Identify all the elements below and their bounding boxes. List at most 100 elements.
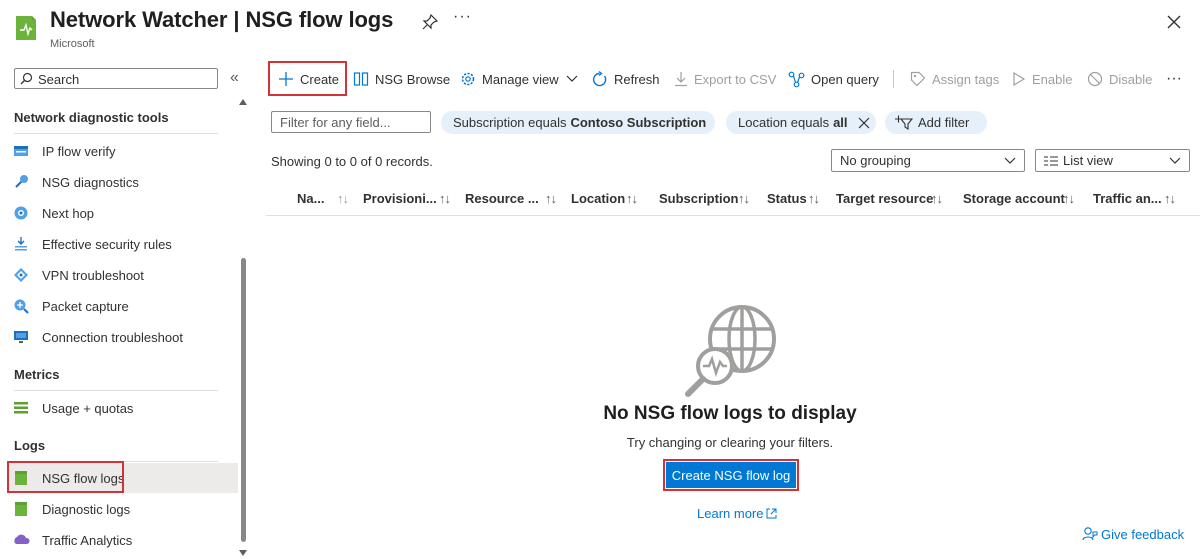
section-divider: [14, 133, 218, 134]
add-filter-label: Add filter: [918, 115, 970, 130]
chevron-down-icon: [1004, 157, 1016, 165]
column-header-provisioning[interactable]: Provisioni...: [363, 191, 437, 206]
highlight-box: [663, 459, 799, 491]
network-watcher-logo-icon: [14, 12, 38, 42]
scroll-down-arrow[interactable]: [239, 550, 247, 556]
sidebar-item-ip-flow-verify[interactable]: IP flow verify: [8, 136, 238, 166]
sidebar-item-nsg-diagnostics[interactable]: NSG diagnostics: [8, 167, 238, 197]
chevron-down-icon: [566, 75, 578, 83]
column-header-status[interactable]: Status: [767, 191, 807, 206]
download-icon: [674, 71, 688, 87]
manage-view-label: Manage view: [482, 71, 559, 87]
ip-flow-icon: [12, 142, 30, 160]
enable-label: Enable: [1032, 71, 1073, 87]
highlight-box: [7, 461, 124, 493]
open-query-button[interactable]: Open query: [788, 68, 879, 90]
open-query-label: Open query: [811, 71, 879, 87]
sidebar-item-vpn-troubleshoot[interactable]: VPN troubleshoot: [8, 260, 238, 290]
add-filter-button[interactable]: Add filter: [885, 111, 987, 134]
refresh-label: Refresh: [614, 71, 660, 87]
sidebar-item-label: Usage + quotas: [42, 400, 134, 416]
toolbar-more-button[interactable]: ···: [1166, 68, 1182, 90]
sidebar-item-diagnostic-logs[interactable]: Diagnostic logs: [8, 494, 238, 524]
column-header-resource[interactable]: Resource ...: [465, 191, 539, 206]
sidebar-scrollbar[interactable]: [241, 258, 246, 542]
filter-input[interactable]: Filter for any field...: [271, 111, 431, 133]
toolbar-separator: [893, 70, 894, 88]
chevron-down-icon: [1169, 157, 1181, 165]
highlight-box: [268, 61, 347, 96]
column-header-target-resource[interactable]: Target resource: [836, 191, 933, 206]
give-feedback-link[interactable]: Give feedback: [1082, 526, 1184, 542]
sidebar-item-connection-troubleshoot[interactable]: Connection troubleshoot: [8, 322, 238, 352]
globe-magnifier-icon: [680, 303, 780, 398]
enable-button[interactable]: Enable: [1012, 68, 1072, 90]
view-mode-dropdown[interactable]: List view: [1035, 149, 1190, 172]
sidebar-item-packet-capture[interactable]: Packet capture: [8, 291, 238, 321]
sort-icon[interactable]: ↑↓: [1164, 191, 1176, 206]
column-header-location[interactable]: Location: [571, 191, 625, 206]
column-header-traffic-analytics[interactable]: Traffic an...: [1093, 191, 1162, 206]
column-header-subscription[interactable]: Subscription: [659, 191, 738, 206]
sort-icon[interactable]: ↑↓: [439, 191, 451, 206]
subscription-filter-prefix: Subscription equals: [453, 115, 567, 130]
sidebar-item-label: Diagnostic logs: [42, 501, 131, 517]
refresh-icon: [591, 70, 608, 88]
disable-icon: [1087, 71, 1103, 87]
list-view-icon: [1044, 155, 1058, 166]
security-rules-icon: [12, 235, 30, 253]
refresh-button[interactable]: Refresh: [591, 68, 660, 90]
sort-icon[interactable]: ↑↓: [545, 191, 557, 206]
section-title-network-diagnostic-tools: Network diagnostic tools: [14, 110, 169, 125]
traffic-analytics-icon: [12, 531, 30, 549]
learn-more-link[interactable]: Learn more: [697, 506, 777, 521]
disable-button[interactable]: Disable: [1087, 68, 1152, 90]
sort-icon[interactable]: ↑↓: [738, 191, 750, 206]
vpn-icon: [12, 266, 30, 284]
sort-icon[interactable]: ↑↓: [931, 191, 943, 206]
search-placeholder: Search: [38, 72, 80, 87]
grid-header-divider: [266, 215, 1200, 216]
play-icon: [1012, 71, 1026, 87]
page-subtitle: Microsoft: [50, 38, 95, 50]
close-icon[interactable]: [1166, 14, 1182, 30]
sort-icon[interactable]: ↑↓: [626, 191, 638, 206]
section-divider: [14, 390, 218, 391]
page-title: Network Watcher | NSG flow logs: [50, 7, 394, 32]
sort-icon[interactable]: ↑↓: [1063, 191, 1075, 206]
sidebar-item-label: Connection troubleshoot: [42, 329, 183, 345]
sidebar-item-next-hop[interactable]: Next hop: [8, 198, 238, 228]
usage-icon: [12, 399, 30, 417]
sidebar-item-traffic-analytics[interactable]: Traffic Analytics: [8, 525, 238, 555]
sidebar-item-label: IP flow verify: [42, 143, 116, 159]
column-header-name[interactable]: Na...: [297, 191, 324, 206]
feedback-icon: [1082, 526, 1098, 542]
sidebar-item-effective-security-rules[interactable]: Effective security rules: [8, 229, 238, 259]
sort-icon[interactable]: ↑↓: [337, 191, 349, 206]
remove-filter-icon[interactable]: [858, 117, 870, 129]
next-hop-icon: [12, 204, 30, 222]
location-filter-value: all: [833, 115, 848, 130]
manage-view-button[interactable]: Manage view: [460, 68, 578, 90]
subscription-filter-pill[interactable]: Subscription equals Contoso Subscription: [441, 111, 715, 134]
header-more-button[interactable]: ···: [453, 8, 472, 26]
sidebar-search-input[interactable]: Search: [14, 68, 218, 89]
nsg-browse-button[interactable]: NSG Browse: [353, 68, 450, 90]
collapse-sidebar-button[interactable]: «: [230, 69, 239, 87]
connection-icon: [12, 328, 30, 346]
learn-more-label: Learn more: [697, 506, 764, 521]
scroll-up-arrow[interactable]: [239, 99, 247, 105]
assign-tags-button[interactable]: Assign tags: [910, 68, 999, 90]
tag-icon: [910, 71, 926, 87]
sidebar-item-label: Effective security rules: [42, 236, 172, 252]
sidebar-item-label: Packet capture: [42, 298, 129, 314]
sidebar-item-usage-quotas[interactable]: Usage + quotas: [8, 393, 238, 423]
grouping-dropdown[interactable]: No grouping: [831, 149, 1025, 172]
sort-icon[interactable]: ↑↓: [808, 191, 820, 206]
column-header-storage-account[interactable]: Storage account: [963, 191, 1065, 206]
export-csv-button[interactable]: Export to CSV: [674, 68, 776, 90]
location-filter-pill[interactable]: Location equals all: [726, 111, 876, 134]
browse-icon: [353, 71, 369, 87]
gear-icon: [460, 71, 476, 87]
pin-icon[interactable]: [421, 13, 439, 31]
